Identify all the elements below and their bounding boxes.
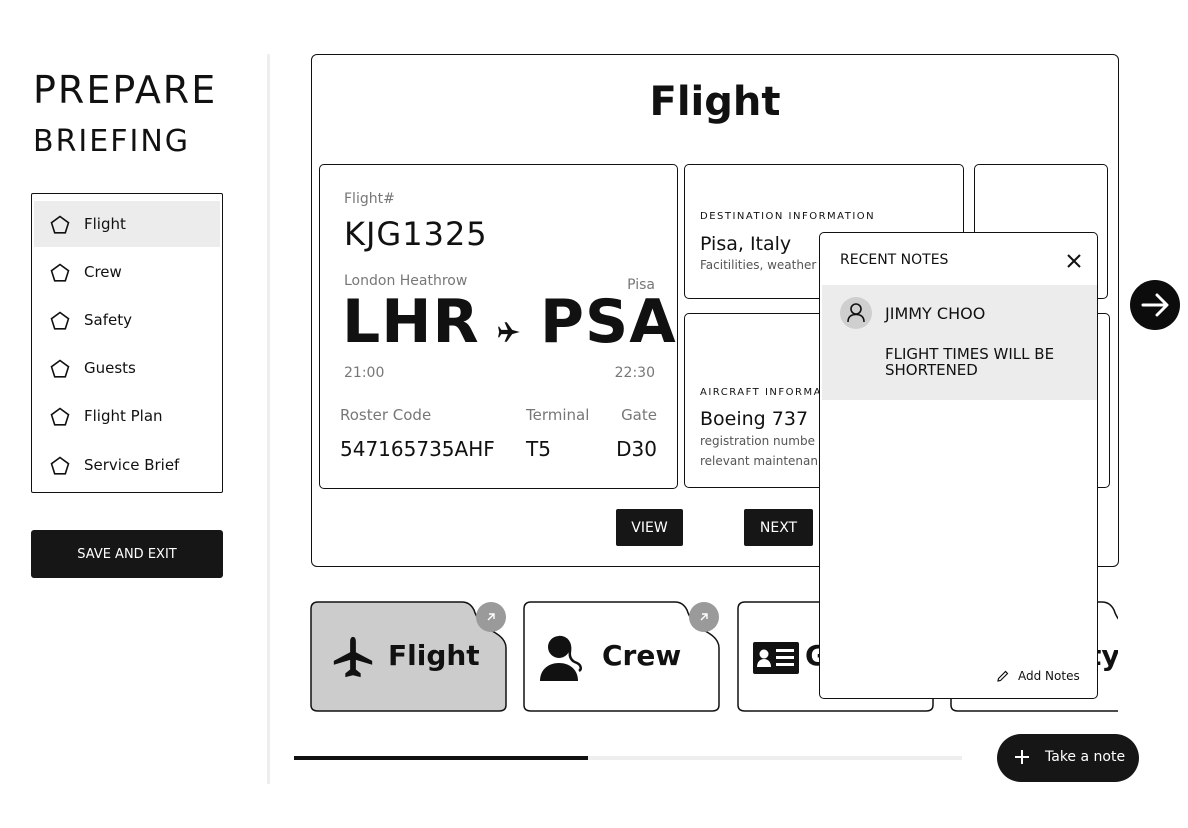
- sidebar-item-label: Flight Plan: [84, 407, 163, 425]
- take-a-note-button[interactable]: Take a note: [997, 734, 1139, 782]
- crew-icon: [540, 635, 582, 681]
- sidebar-item-safety[interactable]: Safety: [34, 297, 220, 343]
- notes-title: RECENT NOTES: [840, 252, 949, 268]
- gate-value: D30: [616, 437, 657, 461]
- sidebar-item-flight-plan[interactable]: Flight Plan: [34, 393, 220, 439]
- airplane-icon: [498, 322, 520, 342]
- next-button[interactable]: NEXT: [744, 509, 813, 546]
- pentagon-icon: [50, 359, 70, 378]
- avatar: [840, 297, 872, 329]
- open-arrow-icon[interactable]: [689, 602, 719, 632]
- terminal-value: T5: [526, 437, 551, 461]
- destination-caption: DESTINATION INFORMATION: [700, 211, 876, 222]
- sidebar-item-label: Guests: [84, 359, 136, 377]
- airplane-icon: [333, 636, 373, 678]
- terminal-label: Terminal: [526, 406, 590, 424]
- open-arrow-icon[interactable]: [476, 602, 506, 632]
- close-icon[interactable]: [1064, 251, 1084, 271]
- pentagon-icon: [50, 263, 70, 282]
- flight-ticket-card[interactable]: Flight# KJG1325 London Heathrow Pisa LHR…: [319, 164, 678, 489]
- roster-code-label: Roster Code: [340, 406, 432, 424]
- aircraft-model: Boeing 737: [700, 408, 809, 430]
- user-icon: [847, 303, 865, 323]
- panel-title: Flight: [649, 79, 781, 125]
- arrival-time: 22:30: [614, 365, 655, 381]
- destination-details: Facitilities, weather: [700, 258, 817, 272]
- flight-number: KJG1325: [344, 215, 488, 253]
- pentagon-icon: [50, 311, 70, 330]
- add-notes-label: Add Notes: [1018, 669, 1080, 683]
- destination-code: PSA: [540, 287, 677, 357]
- aircraft-details-1: registration numbe: [700, 434, 815, 448]
- pencil-icon: [997, 670, 1009, 682]
- sidebar-item-crew[interactable]: Crew: [34, 249, 220, 295]
- save-and-exit-button[interactable]: SAVE AND EXIT: [31, 530, 223, 578]
- sidebar-item-label: Crew: [84, 263, 122, 281]
- departure-time: 21:00: [344, 365, 385, 381]
- take-a-note-label: Take a note: [1045, 749, 1126, 765]
- tile-label: Flight: [388, 639, 480, 672]
- destination-name: Pisa, Italy: [700, 233, 792, 255]
- recent-notes-panel: RECENT NOTES JIMMY CHOO FLIGHT TIMES WIL…: [819, 232, 1098, 699]
- note-text: FLIGHT TIMES WILL BE SHORTENED: [885, 345, 1055, 379]
- add-notes-button[interactable]: Add Notes: [996, 669, 1080, 683]
- progress-bar: [294, 756, 962, 760]
- sidebar-item-flight[interactable]: Flight: [34, 201, 220, 247]
- sidebar-item-guests[interactable]: Guests: [34, 345, 220, 391]
- aircraft-caption: AIRCRAFT INFORMA: [700, 387, 822, 398]
- flight-number-label: Flight#: [344, 191, 395, 207]
- sidebar-item-label: Flight: [84, 215, 126, 233]
- pentagon-icon: [50, 407, 70, 426]
- sidebar-item-label: Service Brief: [84, 456, 180, 474]
- plus-icon: [1015, 750, 1029, 764]
- sidebar-item-service-brief[interactable]: Service Brief: [34, 442, 220, 488]
- gate-label: Gate: [621, 406, 657, 424]
- tile-flight[interactable]: Flight: [310, 601, 507, 712]
- note-author: JIMMY CHOO: [885, 304, 986, 323]
- origin-code: LHR: [342, 287, 480, 357]
- pentagon-icon: [50, 215, 70, 234]
- aircraft-details-2: relevant maintenan: [700, 454, 818, 468]
- note-item[interactable]: JIMMY CHOO FLIGHT TIMES WILL BE SHORTENE…: [822, 285, 1097, 400]
- sidebar-menu: Flight Crew Safety Guests Flight Plan Se…: [31, 193, 223, 493]
- roster-code: 547165735AHF: [340, 437, 495, 461]
- tile-label: Crew: [602, 639, 682, 672]
- page-subtitle: BRIEFING: [33, 124, 191, 159]
- vertical-divider: [267, 54, 270, 784]
- view-button[interactable]: VIEW: [616, 509, 683, 546]
- next-arrow-button[interactable]: [1130, 280, 1180, 330]
- sidebar-item-label: Safety: [84, 311, 132, 329]
- progress-fill: [294, 756, 588, 760]
- id-card-icon: [753, 642, 799, 674]
- pentagon-icon: [50, 456, 70, 475]
- tile-crew[interactable]: Crew: [523, 601, 720, 712]
- page-title: PREPARE: [33, 68, 218, 112]
- arrow-right-icon: [1141, 293, 1169, 317]
